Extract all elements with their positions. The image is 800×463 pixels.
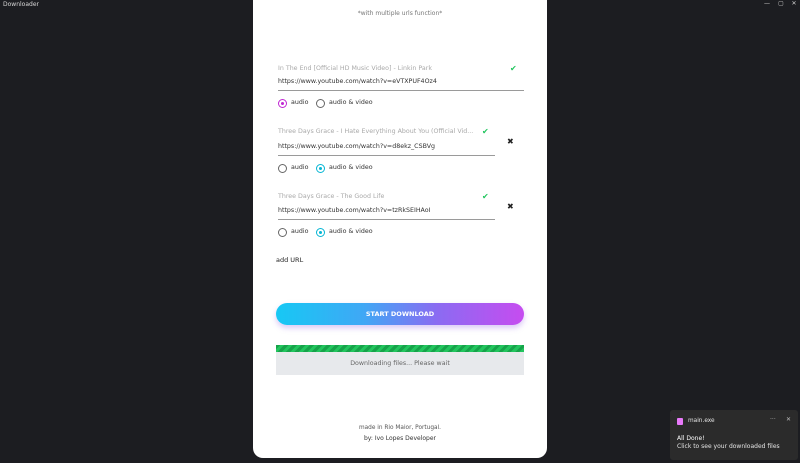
check-icon: ✔ [510,64,517,73]
radio-audio-label: audio [291,99,309,106]
remove-url-button[interactable]: ✖ [507,202,514,211]
video-title: In The End [Official HD Music Video] - L… [278,65,432,72]
url-entry-3: Three Days Grace - The Good Life ✔ https… [278,192,528,242]
url-input[interactable]: https://www.youtube.com/watch?v=tzRkSEIH… [278,205,495,220]
toast-app-name: main.exe [688,418,715,424]
toast-close-icon[interactable]: ✕ [786,416,791,423]
radio-audio-video-label: audio & video [329,164,373,171]
radio-audio-label: audio [291,228,309,235]
radio-audio[interactable] [278,164,287,173]
format-options: audio audio & video [278,227,428,239]
remove-url-button[interactable]: ✖ [507,137,514,146]
notification-toast[interactable]: main.exe ··· ✕ All Done! Click to see yo… [670,410,798,460]
url-entry-2: Three Days Grace - I Hate Everything Abo… [278,127,528,177]
app-icon [677,418,683,425]
toast-heading: All Done! [677,435,705,442]
downloader-card: *with multiple urls function* In The End… [253,0,547,458]
check-icon: ✔ [482,192,489,201]
radio-audio[interactable] [278,228,287,237]
window-title: Downloader [3,1,39,8]
more-options-icon[interactable]: ··· [770,416,776,423]
start-download-button[interactable]: START DOWNLOAD [276,303,524,325]
url-entry-1: In The End [Official HD Music Video] - L… [278,63,528,113]
maximize-button[interactable]: ▢ [776,0,786,9]
radio-audio-video[interactable] [316,228,325,237]
video-title: Three Days Grace - The Good Life [278,193,385,200]
radio-audio-video[interactable] [316,99,325,108]
radio-audio-video[interactable] [316,164,325,173]
radio-audio-video-label: audio & video [329,228,373,235]
subtitle: *with multiple urls function* [357,10,443,17]
url-input[interactable]: https://www.youtube.com/watch?v=d8ekz_CS… [278,141,495,156]
check-icon: ✔ [482,127,489,136]
toast-message: Click to see your downloaded files [677,443,780,450]
radio-audio-video-label: audio & video [329,99,373,106]
window-close-button[interactable]: ✕ [789,0,799,9]
download-progress-bar [276,345,524,352]
format-options: audio audio & video [278,98,428,110]
footer-location: made in Rio Maior, Portugal. [358,425,442,431]
radio-audio-label: audio [291,164,309,171]
progress-status: Downloading files... Please wait [276,352,524,375]
url-input[interactable]: https://www.youtube.com/watch?v=eVTXPUF4… [278,76,524,91]
minimize-button[interactable]: — [762,0,772,9]
format-options: audio audio & video [278,163,428,175]
add-url-button[interactable]: add URL [276,256,303,264]
radio-audio[interactable] [278,99,287,108]
video-title: Three Days Grace - I Hate Everything Abo… [278,128,474,135]
footer-credit: by: Ivo Lopes Developer [363,435,437,442]
